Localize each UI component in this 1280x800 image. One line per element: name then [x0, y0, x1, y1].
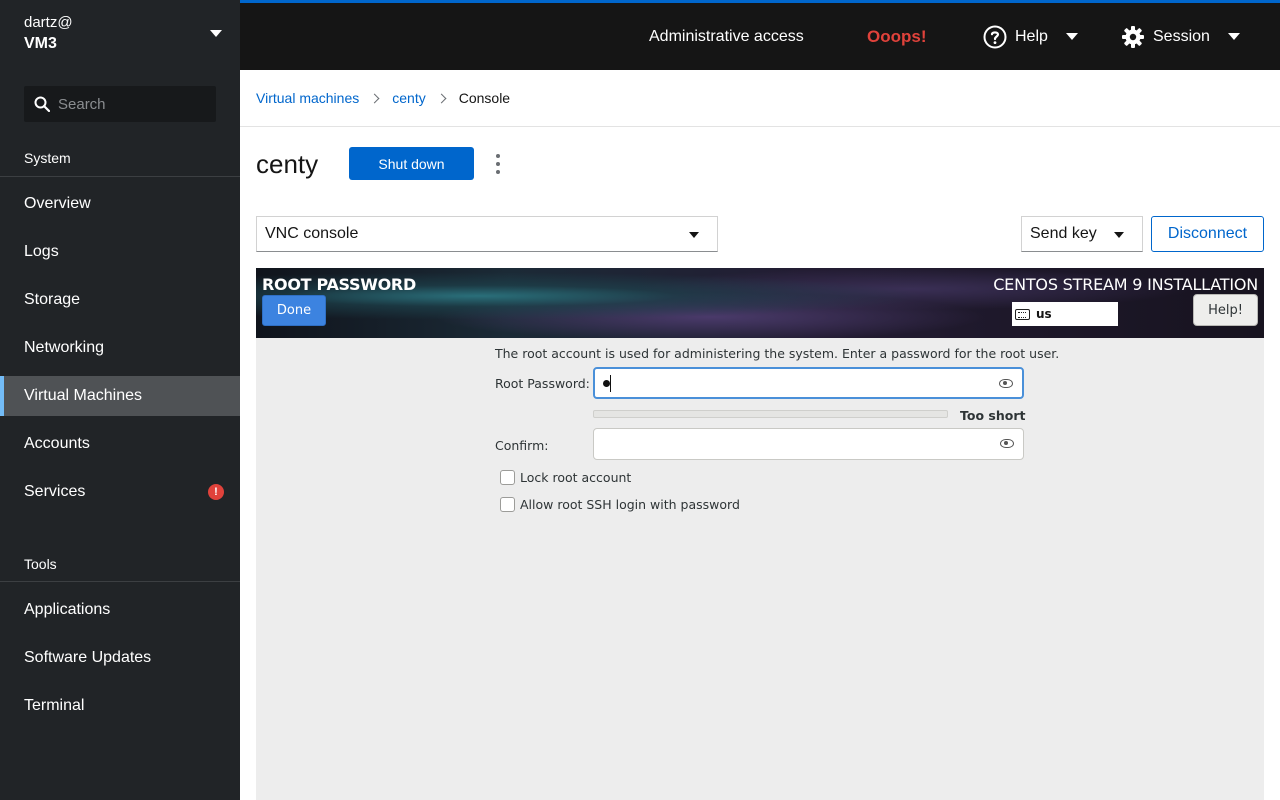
intro-text: The root account is used for administeri…	[495, 346, 1060, 361]
sidebar-item-label: Terminal	[24, 697, 85, 714]
sidebar-item-label: Virtual Machines	[24, 387, 142, 404]
disconnect-button[interactable]: Disconnect	[1151, 216, 1264, 252]
oops-button[interactable]: Ooops!	[867, 3, 927, 70]
password-dot	[603, 380, 610, 387]
root-ssh-label: Allow root SSH login with password	[520, 497, 740, 512]
chevron-down-icon	[1227, 33, 1240, 40]
session-label: Session	[1153, 27, 1210, 45]
divider	[0, 581, 240, 582]
search-icon	[34, 96, 50, 112]
chevron-right-icon	[436, 93, 447, 103]
sidebar-item-label: Logs	[24, 243, 59, 260]
main-content: centy Shut down VNC console Send key Dis…	[240, 127, 1280, 800]
sidebar-item-label: Software Updates	[24, 649, 152, 666]
search-box[interactable]	[24, 86, 216, 122]
divider	[0, 176, 240, 177]
installer-spoke-title: ROOT PASSWORD	[262, 275, 416, 294]
sidebar-item-virtual-machines[interactable]: Virtual Machines	[0, 376, 240, 416]
sidebar-item-networking[interactable]: Networking	[0, 328, 240, 368]
installer-header: ROOT PASSWORD Done CENTOS STREAM 9 INSTA…	[256, 268, 1264, 338]
send-key-dropdown[interactable]: Send key	[1021, 216, 1143, 252]
page-title: centy	[256, 149, 319, 179]
sidebar-item-accounts[interactable]: Accounts	[0, 424, 240, 464]
console-type-select[interactable]: VNC console	[256, 216, 718, 252]
kebab-menu-icon[interactable]	[494, 154, 502, 174]
sidebar-item-label: Applications	[24, 601, 111, 618]
sidebar-item-storage[interactable]: Storage	[0, 280, 240, 320]
confirm-password-field[interactable]	[593, 428, 1024, 460]
sidebar: dartz@ VM3 System Overview Logs Storage …	[0, 0, 240, 800]
done-button[interactable]: Done	[262, 295, 326, 326]
console-type-value: VNC console	[265, 225, 359, 242]
session-menu[interactable]: Session	[1121, 3, 1240, 70]
shut-down-button[interactable]: Shut down	[349, 147, 474, 180]
search-input[interactable]	[58, 95, 198, 113]
chevron-down-icon	[1065, 33, 1078, 40]
confirm-label: Confirm:	[495, 438, 549, 453]
administrative-access-button[interactable]: Administrative access	[649, 3, 804, 70]
lock-root-checkbox[interactable]	[500, 470, 515, 485]
sidebar-item-services[interactable]: Services !	[0, 472, 240, 512]
breadcrumb-current: Console	[458, 90, 511, 106]
keyboard-layout-value: us	[1036, 307, 1052, 321]
sidebar-item-label: Accounts	[24, 435, 90, 452]
help-label: Help	[1015, 27, 1048, 45]
vnc-console[interactable]: ROOT PASSWORD Done CENTOS STREAM 9 INSTA…	[256, 268, 1264, 800]
top-bar: Administrative access Ooops! Help Sessio…	[240, 0, 1280, 70]
breadcrumb-vm[interactable]: centy	[392, 90, 425, 106]
host-user: dartz@	[24, 14, 73, 31]
caret-down-icon	[689, 232, 699, 238]
administrative-access-label: Administrative access	[649, 27, 804, 45]
sidebar-item-label: Storage	[24, 291, 81, 308]
sidebar-item-label: Services	[24, 483, 86, 500]
keyboard-layout-indicator[interactable]: us	[1012, 302, 1118, 326]
show-password-eye-icon[interactable]	[1000, 439, 1014, 448]
caret-down-icon	[1114, 232, 1124, 238]
section-label-system: System	[24, 150, 71, 166]
installer-product-title: CENTOS STREAM 9 INSTALLATION	[993, 275, 1258, 294]
breadcrumb-virtual-machines[interactable]: Virtual machines	[256, 90, 359, 106]
error-badge-icon: !	[208, 484, 224, 500]
host-switcher[interactable]: dartz@ VM3	[0, 0, 240, 70]
lock-root-label: Lock root account	[520, 470, 632, 485]
text-cursor	[610, 375, 611, 392]
help-menu[interactable]: Help	[983, 3, 1078, 70]
root-password-field[interactable]	[593, 367, 1024, 399]
show-password-eye-icon[interactable]	[999, 379, 1013, 388]
sidebar-item-applications[interactable]: Applications	[0, 590, 240, 630]
gear-icon	[1122, 25, 1144, 48]
root-ssh-row[interactable]: Allow root SSH login with password	[500, 497, 740, 512]
sidebar-item-label: Overview	[24, 195, 91, 212]
host-name: VM3	[24, 35, 57, 52]
breadcrumb: Virtual machines centy Console	[240, 70, 1280, 127]
keyboard-icon	[1015, 308, 1030, 320]
chevron-down-icon	[210, 30, 222, 37]
root-ssh-checkbox[interactable]	[500, 497, 515, 512]
password-strength-text: Too short	[960, 408, 1026, 423]
root-password-form: The root account is used for administeri…	[256, 338, 1264, 800]
section-label-tools: Tools	[24, 556, 57, 572]
sidebar-item-terminal[interactable]: Terminal	[0, 686, 240, 726]
send-key-label: Send key	[1030, 225, 1097, 242]
oops-label: Ooops!	[867, 26, 927, 46]
sidebar-item-overview[interactable]: Overview	[0, 184, 240, 224]
installer-help-button[interactable]: Help!	[1193, 294, 1258, 326]
root-password-label: Root Password:	[495, 376, 590, 391]
help-icon	[983, 25, 1007, 48]
sidebar-item-software-updates[interactable]: Software Updates	[0, 638, 240, 678]
lock-root-row[interactable]: Lock root account	[500, 470, 631, 485]
password-strength-bar	[593, 410, 948, 418]
sidebar-item-label: Networking	[24, 339, 105, 356]
chevron-right-icon	[369, 93, 380, 103]
sidebar-item-logs[interactable]: Logs	[0, 232, 240, 272]
